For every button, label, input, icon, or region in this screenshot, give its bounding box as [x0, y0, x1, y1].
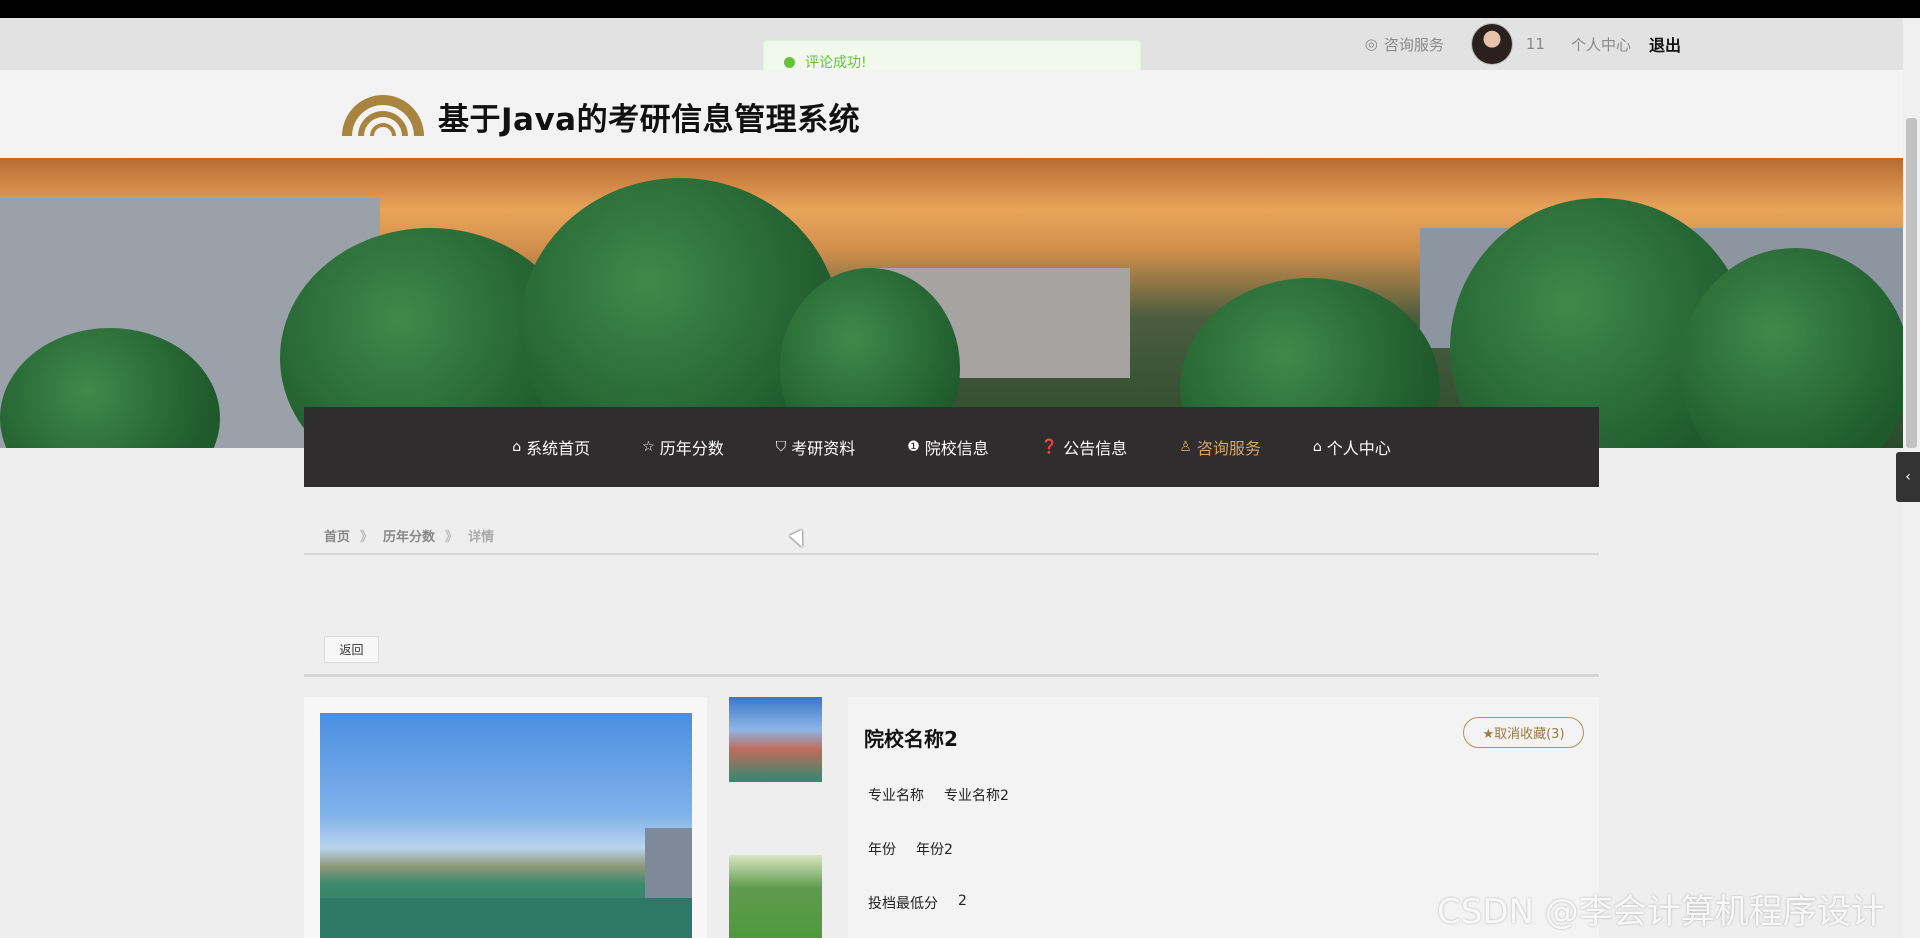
nav-materials-label: 考研资料: [791, 439, 856, 458]
main-school-image[interactable]: [320, 713, 692, 938]
question-icon: ❓: [1040, 439, 1059, 455]
mouse-cursor-icon: [789, 529, 809, 551]
breadcrumb-section[interactable]: 历年分数: [383, 526, 435, 545]
divider: [304, 553, 1599, 555]
nav-schools-label: 院校信息: [924, 439, 989, 458]
nav-home[interactable]: ⌂ 系统首页: [512, 435, 590, 459]
field-value: 年份2: [916, 842, 953, 858]
home-icon: ⌂: [1312, 439, 1322, 455]
breadcrumb: 首页 》 历年分数 》 详情: [324, 526, 494, 545]
field-min-score: 投档最低分 2: [868, 893, 967, 913]
headset-icon: ◎: [1364, 35, 1378, 53]
arch-logo-icon: [342, 95, 424, 136]
toast-message: 评论成功!: [805, 55, 867, 71]
field-year: 年份 年份2: [868, 839, 953, 859]
nav-scores[interactable]: ☆ 历年分数: [642, 435, 724, 459]
breadcrumb-separator: 》: [360, 530, 374, 545]
nav-notices-label: 公告信息: [1063, 439, 1128, 458]
field-value: 2: [958, 893, 967, 909]
nav-scores-label: 历年分数: [659, 439, 724, 458]
nav-consult[interactable]: ♙ 咨询服务: [1179, 435, 1261, 459]
nav-notices[interactable]: ❓ 公告信息: [1041, 435, 1127, 459]
breadcrumb-separator: 》: [445, 530, 459, 545]
chevron-left-icon: ‹: [1905, 469, 1911, 485]
consult-link[interactable]: ◎ 咨询服务: [1365, 34, 1444, 55]
success-check-icon: [784, 56, 795, 68]
logout-link[interactable]: 退出: [1649, 32, 1681, 56]
info-icon: ❶: [907, 439, 920, 455]
field-label: 专业名称: [868, 788, 924, 804]
field-major: 专业名称 专业名称2: [868, 785, 1009, 805]
nav-consult-label: 咨询服务: [1196, 439, 1261, 458]
site-header: [0, 70, 1903, 158]
school-name: 院校名称2: [864, 727, 958, 751]
side-collapse-tab[interactable]: ‹: [1896, 452, 1920, 502]
campus-banner-image: [0, 158, 1903, 448]
field-label: 年份: [868, 842, 896, 858]
breadcrumb-current: 详情: [468, 530, 495, 545]
star-icon: ☆: [642, 439, 655, 455]
username: 11: [1525, 35, 1545, 53]
top-links: ◎ 咨询服务 11 个人中心 退出: [1365, 18, 1681, 70]
field-label: 投档最低分: [868, 896, 938, 912]
breadcrumb-home[interactable]: 首页: [324, 526, 350, 545]
nav-materials[interactable]: ⛉ 考研资料: [776, 435, 856, 459]
avatar[interactable]: [1471, 24, 1512, 64]
personal-center-link[interactable]: 个人中心: [1571, 34, 1631, 55]
divider: [304, 674, 1599, 677]
unfavorite-button[interactable]: ★取消收藏(3): [1463, 717, 1584, 748]
field-value: 专业名称2: [944, 788, 1009, 804]
thumbnail-image[interactable]: [729, 855, 822, 938]
back-button[interactable]: 返回: [324, 636, 379, 663]
home-icon: ⌂: [512, 439, 522, 455]
consult-label: 咨询服务: [1383, 35, 1444, 54]
nav-personal[interactable]: ⌂ 个人中心: [1313, 435, 1391, 459]
main-nav: ⌂ 系统首页 ☆ 历年分数 ⛉ 考研资料 ❶ 院校信息 ❓ 公告信息 ♙ 咨询服务 ⌂ 个人中…: [304, 407, 1599, 487]
nav-schools[interactable]: ❶ 院校信息: [907, 435, 989, 459]
site-title: 基于Java的考研信息管理系统: [438, 102, 861, 138]
person-icon: ♙: [1179, 439, 1192, 455]
window-top-strip: [0, 0, 1920, 18]
scrollbar-thumb[interactable]: [1906, 118, 1917, 448]
thumbnail-image[interactable]: [729, 697, 822, 782]
bag-icon: ⛉: [775, 439, 787, 455]
nav-home-label: 系统首页: [526, 439, 591, 458]
nav-personal-label: 个人中心: [1326, 439, 1391, 458]
watermark: CSDN @李会计算机程序设计: [1437, 892, 1885, 932]
